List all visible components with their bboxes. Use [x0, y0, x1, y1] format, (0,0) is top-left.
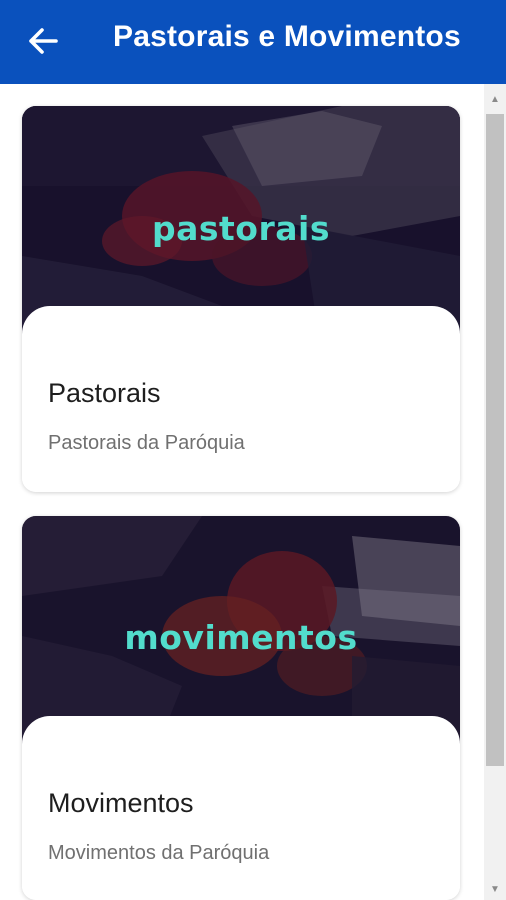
scroll-up-arrow-icon[interactable]: ▲: [484, 90, 506, 108]
back-button[interactable]: [26, 26, 60, 56]
card-subtitle: Pastorais da Paróquia: [48, 432, 245, 454]
scrollbar[interactable]: ▲ ▼: [484, 84, 506, 900]
card-title: Movimentos: [48, 788, 194, 818]
app-bar: Pastorais e Movimentos: [0, 0, 506, 84]
scrollbar-thumb[interactable]: [486, 114, 504, 766]
card-image-word: movimentos: [124, 618, 358, 657]
card-pastorais[interactable]: pastorais Pastorais Pastorais da Paróqui…: [22, 106, 460, 492]
card-subtitle: Movimentos da Paróquia: [48, 842, 270, 864]
card-movimentos[interactable]: movimentos Movimentos Movimentos da Paró…: [22, 516, 460, 900]
content-list[interactable]: pastorais Pastorais Pastorais da Paróqui…: [0, 84, 484, 900]
arrow-left-icon: [29, 28, 58, 54]
card-title: Pastorais: [48, 378, 161, 408]
card-body: Movimentos Movimentos da Paróquia: [22, 716, 460, 900]
page-title: Pastorais e Movimentos: [113, 20, 461, 53]
scroll-down-arrow-icon[interactable]: ▼: [484, 880, 506, 898]
card-image-word: pastorais: [152, 209, 330, 248]
card-body: Pastorais Pastorais da Paróquia: [22, 306, 460, 492]
